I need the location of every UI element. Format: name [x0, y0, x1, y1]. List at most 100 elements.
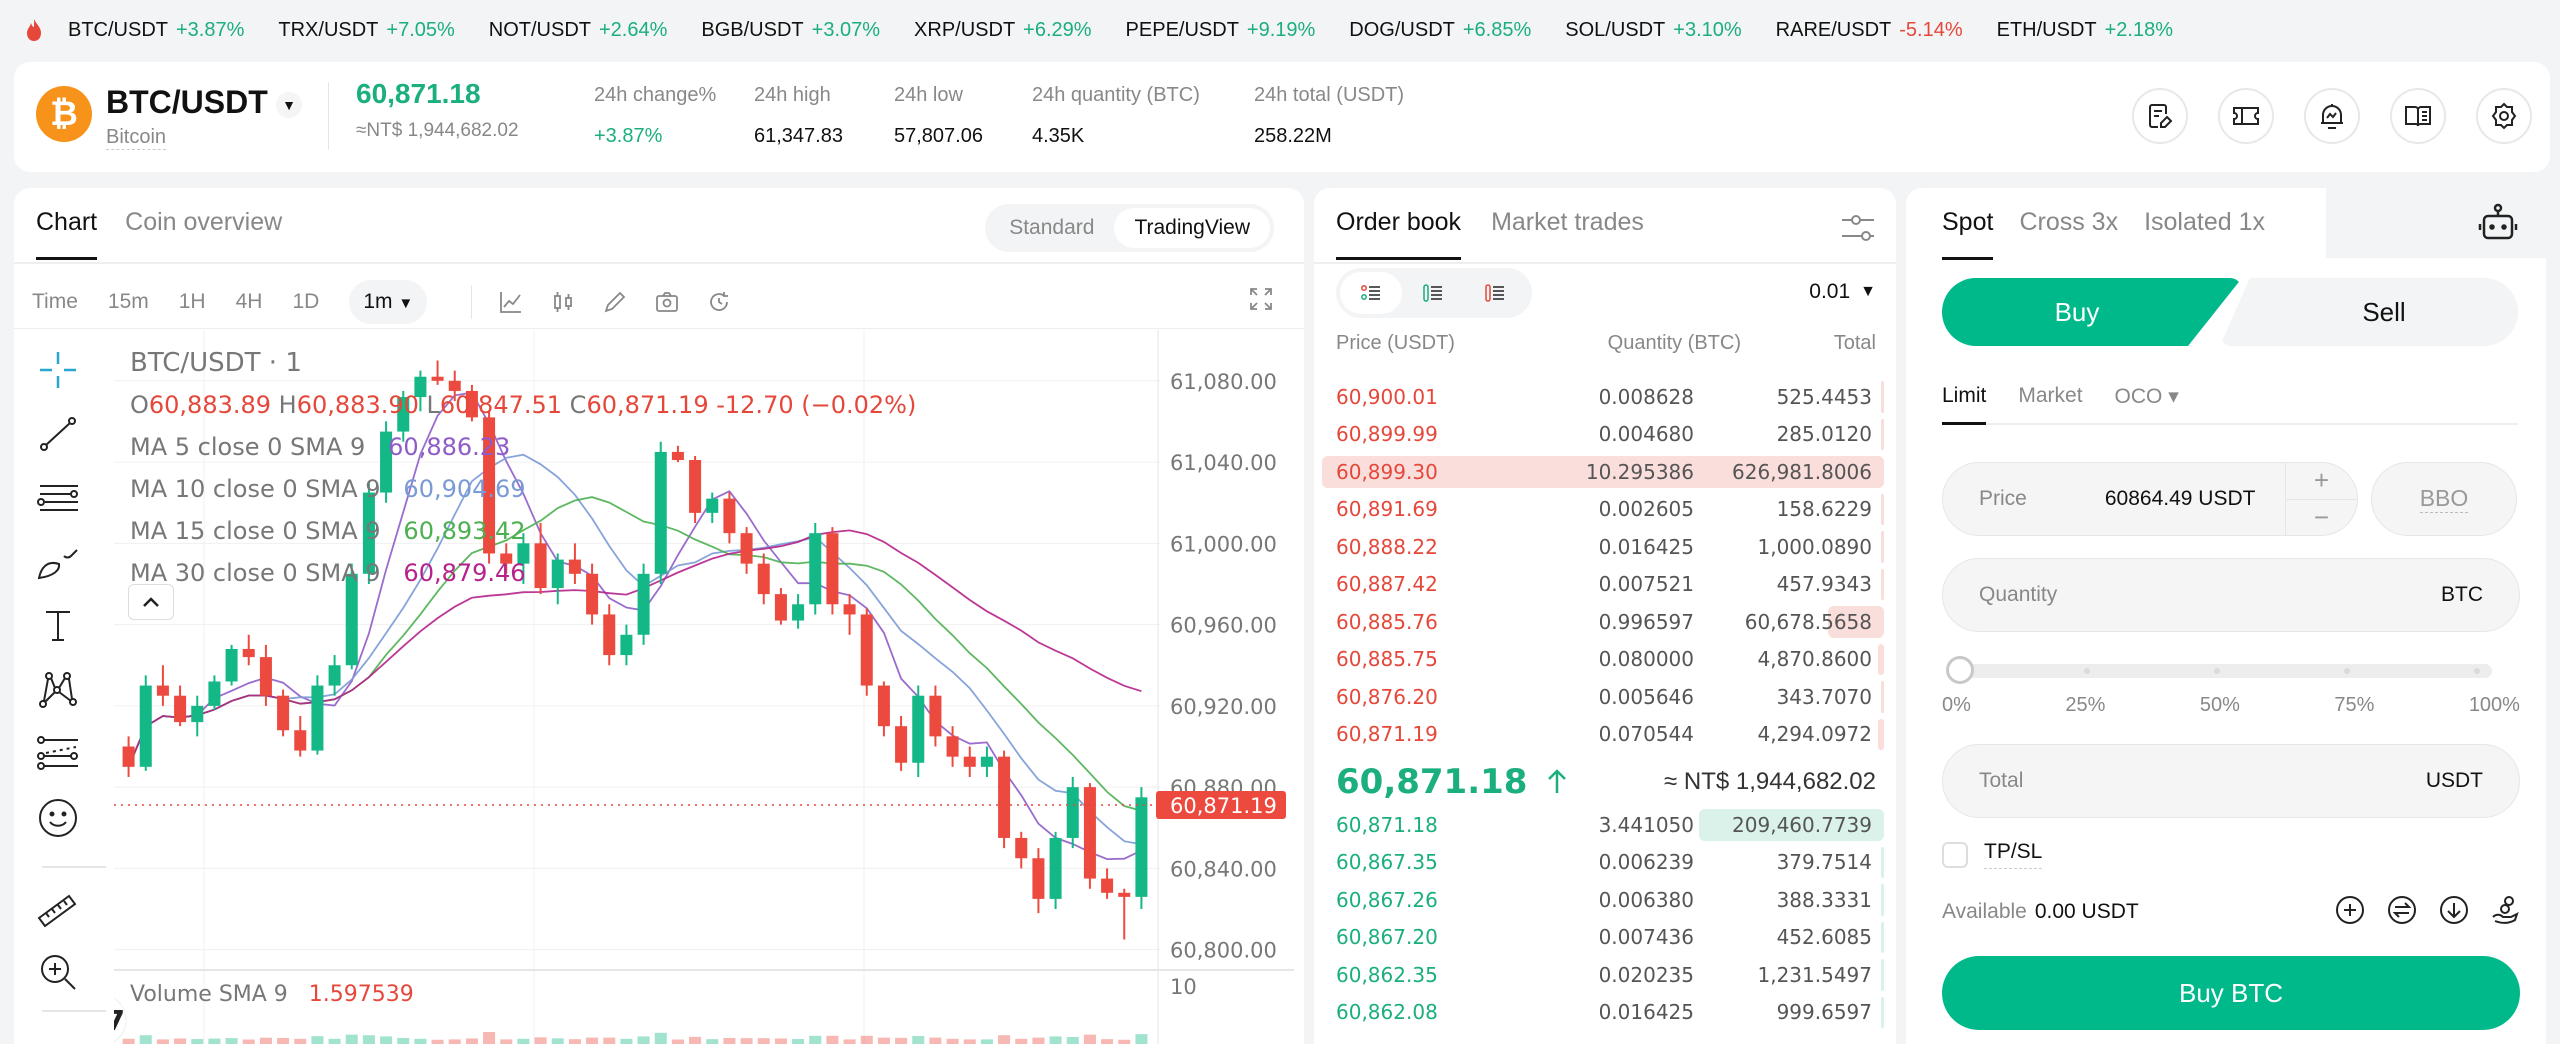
- settings-button[interactable]: [2476, 88, 2532, 144]
- chevron-up-icon: [143, 597, 159, 607]
- bid-row[interactable]: 60,867.26 0.006380 388.3331: [1322, 881, 1884, 919]
- tab-isolated[interactable]: Isolated 1x: [2144, 208, 2265, 260]
- ticker-item[interactable]: BGB/USDT +3.07%: [701, 19, 880, 42]
- decrement-button[interactable]: −: [2286, 500, 2357, 536]
- precision-dropdown[interactable]: 0.01 ▼: [1809, 280, 1876, 304]
- price-field[interactable]: Price 60864.49 USDT + −: [1942, 462, 2358, 536]
- screenshot-camera-icon[interactable]: [654, 289, 680, 315]
- view-standard[interactable]: Standard: [989, 208, 1114, 248]
- ask-row[interactable]: 60,871.19 0.070544 4,294.0972: [1322, 716, 1884, 754]
- tf-4h[interactable]: 4H: [236, 290, 263, 314]
- ticker-item[interactable]: PEPE/USDT +9.19%: [1126, 19, 1316, 42]
- ask-row[interactable]: 60,900.01 0.008628 525.4453: [1322, 378, 1884, 416]
- buy-btc-button[interactable]: Buy BTC: [1942, 956, 2520, 1030]
- total-field[interactable]: Total USDT: [1942, 744, 2520, 818]
- ask-row[interactable]: 60,888.22 0.016425 1,000.0890: [1322, 528, 1884, 566]
- ask-row[interactable]: 60,876.20 0.005646 343.7070: [1322, 678, 1884, 716]
- coin-name[interactable]: Bitcoin: [106, 126, 167, 150]
- order-type-oco[interactable]: OCO ▾: [2115, 384, 2179, 423]
- view-asks-button[interactable]: [1464, 272, 1526, 314]
- ticker-item[interactable]: RARE/USDT -5.14%: [1776, 19, 1963, 42]
- slider-mark-75[interactable]: [2344, 668, 2350, 674]
- bbo-button[interactable]: BBO: [2371, 462, 2517, 536]
- tab-chart[interactable]: Chart: [36, 208, 98, 260]
- slider-handle[interactable]: [1946, 656, 1974, 684]
- order-type-market[interactable]: Market: [2018, 384, 2082, 423]
- ticker-item[interactable]: BTC/USDT +3.87%: [68, 19, 244, 42]
- transfer-icon[interactable]: [2386, 894, 2418, 926]
- indicator-icon[interactable]: [498, 289, 524, 315]
- ticker-item[interactable]: NOT/USDT +2.64%: [489, 19, 668, 42]
- draw-pencil-icon[interactable]: [602, 289, 628, 315]
- ruler-tool[interactable]: [36, 886, 80, 930]
- bid-row[interactable]: 60,862.08 0.016425 999.6597: [1322, 994, 1884, 1032]
- slider-mark-50[interactable]: [2214, 668, 2220, 674]
- buy-tab-button[interactable]: Buy: [1942, 278, 2242, 346]
- text-tool[interactable]: [36, 604, 80, 648]
- ob-total: 60,678.5658: [1744, 609, 1872, 634]
- tf-1d[interactable]: 1D: [292, 290, 319, 314]
- tab-spot[interactable]: Spot: [1942, 208, 1994, 260]
- ticker-item[interactable]: DOG/USDT +6.85%: [1349, 19, 1531, 42]
- fib-channel-tool[interactable]: [36, 732, 80, 776]
- quantity-slider[interactable]: [1946, 656, 2492, 684]
- candle-type-icon[interactable]: [550, 289, 576, 315]
- tab-order-book[interactable]: Order book: [1336, 208, 1462, 260]
- tf-selected-dropdown[interactable]: 1m ▼: [349, 280, 428, 324]
- tf-15m[interactable]: 15m: [108, 290, 149, 314]
- earn-coins-icon[interactable]: [2490, 894, 2522, 926]
- quantity-field[interactable]: Quantity BTC: [1942, 558, 2520, 632]
- pair-dropdown-caret-icon[interactable]: ▼: [276, 92, 302, 118]
- bid-row[interactable]: 60,867.20 0.007436 452.6085: [1322, 919, 1884, 957]
- slider-mark-100[interactable]: [2474, 668, 2480, 674]
- ask-row[interactable]: 60,885.75 0.080000 4,870.8600: [1322, 641, 1884, 679]
- ticker-item[interactable]: XRP/USDT +6.29%: [914, 19, 1092, 42]
- pattern-tool[interactable]: [36, 668, 80, 712]
- receive-arrow-icon[interactable]: [2438, 894, 2470, 926]
- increment-button[interactable]: +: [2286, 463, 2357, 500]
- horizontal-lines-tool[interactable]: [36, 476, 80, 520]
- slider-mark-25[interactable]: [2084, 668, 2090, 674]
- price-alert-button[interactable]: [2304, 88, 2360, 144]
- ask-row[interactable]: 60,887.42 0.007521 457.9343: [1322, 566, 1884, 604]
- ask-row[interactable]: 60,891.69 0.002605 158.6229: [1322, 491, 1884, 529]
- ticker-item[interactable]: SOL/USDT +3.10%: [1565, 19, 1741, 42]
- view-tradingview[interactable]: TradingView: [1114, 208, 1270, 248]
- trend-line-tool[interactable]: [36, 412, 80, 456]
- tf-time[interactable]: Time: [32, 290, 78, 314]
- tab-coin-overview[interactable]: Coin overview: [125, 208, 282, 260]
- tab-market-trades[interactable]: Market trades: [1491, 208, 1644, 260]
- deposit-plus-icon[interactable]: [2334, 894, 2366, 926]
- replay-icon[interactable]: [706, 289, 732, 315]
- tf-1h[interactable]: 1H: [179, 290, 206, 314]
- coupon-button[interactable]: [2218, 88, 2274, 144]
- trading-bot-icon[interactable]: [2476, 202, 2520, 246]
- candlestick-chart[interactable]: 61,080.00 61,040.00 61,000.00 60,960.00 60,9…: [114, 330, 1304, 1044]
- orderbook-settings-icon[interactable]: [1840, 212, 1876, 244]
- emoji-tool[interactable]: [36, 796, 80, 840]
- tpsl-checkbox[interactable]: [1942, 841, 1968, 868]
- tab-cross[interactable]: Cross 3x: [2019, 208, 2118, 260]
- bid-row[interactable]: 60,867.35 0.006239 379.7514: [1322, 844, 1884, 882]
- guide-book-button[interactable]: [2390, 88, 2446, 144]
- view-both-sides-button[interactable]: [1340, 272, 1402, 314]
- tpsl-label[interactable]: TP/SL: [1984, 840, 2043, 869]
- ask-row[interactable]: 60,885.76 0.996597 60,678.5658: [1322, 603, 1884, 641]
- ask-row[interactable]: 60,899.30 10.295386 626,981.8006: [1322, 453, 1884, 491]
- bid-row[interactable]: 60,871.18 3.441050 209,460.7739: [1322, 806, 1884, 844]
- sell-tab-button[interactable]: Sell: [2220, 278, 2518, 346]
- ticker-item[interactable]: ETH/USDT +2.18%: [1997, 19, 2173, 42]
- order-type-limit[interactable]: Limit: [1942, 384, 1987, 425]
- ask-row[interactable]: 60,899.99 0.004680 285.0120: [1322, 416, 1884, 454]
- brush-tool[interactable]: [36, 540, 80, 584]
- notes-edit-button[interactable]: [2132, 88, 2188, 144]
- pair-selector[interactable]: BTC/USDT: [106, 84, 268, 121]
- price-value[interactable]: 60864.49 USDT: [2105, 487, 2256, 511]
- collapse-legend-button[interactable]: [128, 584, 174, 620]
- zoom-in-tool[interactable]: [36, 950, 80, 994]
- fullscreen-expand-icon[interactable]: [1248, 286, 1274, 312]
- view-bids-button[interactable]: [1402, 272, 1464, 314]
- ticker-item[interactable]: TRX/USDT +7.05%: [278, 19, 454, 42]
- bid-row[interactable]: 60,862.35 0.020235 1,231.5497: [1322, 956, 1884, 994]
- crosshair-tool[interactable]: [36, 348, 80, 392]
